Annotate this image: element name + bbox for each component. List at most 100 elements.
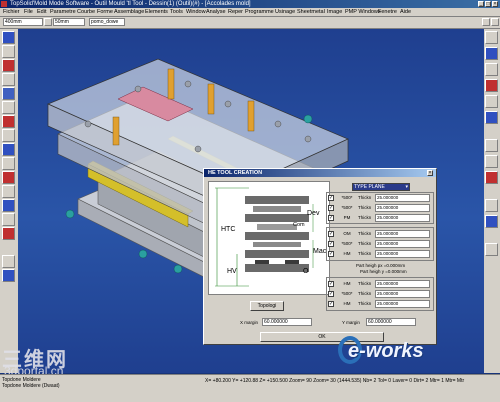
row-checkbox[interactable]: ✓ — [328, 251, 334, 257]
label-o: O — [303, 268, 309, 275]
row-checkbox[interactable]: ✓ — [328, 205, 334, 211]
zoom-icon[interactable] — [485, 79, 498, 92]
size-field-1[interactable]: 400mm — [3, 18, 43, 26]
dialog-title-bar: HE TOOL CREATION × — [204, 169, 436, 177]
revolve-icon[interactable] — [2, 143, 15, 156]
view-front-icon[interactable] — [485, 31, 498, 44]
pan-icon[interactable] — [485, 95, 498, 108]
row-value-input[interactable]: 25.000000 — [375, 290, 430, 298]
select-icon[interactable] — [2, 31, 15, 44]
measure-icon[interactable] — [485, 215, 498, 228]
label-dev: Dev — [307, 210, 320, 217]
drill-icon[interactable] — [2, 199, 15, 212]
wireframe-icon[interactable] — [485, 155, 498, 168]
circle-icon[interactable] — [2, 101, 15, 114]
menu-window[interactable]: Window — [186, 8, 206, 16]
row-name: Thickn — [358, 291, 372, 296]
hole-icon[interactable] — [2, 157, 15, 170]
close-button[interactable]: × — [492, 1, 498, 7]
menu-file[interactable]: File — [24, 8, 33, 16]
row-name: Thickn — [358, 241, 372, 246]
row-value-input[interactable]: 25.000000 — [375, 230, 430, 238]
row-label: HM — [343, 301, 351, 306]
layer-icon[interactable] — [485, 199, 498, 212]
row-checkbox[interactable]: ✓ — [328, 195, 334, 201]
row-checkbox[interactable]: ✓ — [328, 231, 334, 237]
x-margin-label: X margin — [240, 320, 259, 325]
mirror-icon[interactable] — [2, 255, 15, 268]
pocket-icon[interactable] — [2, 213, 15, 226]
extrude-icon[interactable] — [2, 129, 15, 142]
row-value-input[interactable]: 25.000000 — [375, 300, 430, 308]
row-value-input[interactable]: 25.000000 — [375, 280, 430, 288]
view-top-icon[interactable] — [485, 47, 498, 60]
chevron-down-icon: ▾ — [405, 184, 408, 190]
row-label: HM — [343, 251, 351, 256]
row-name: Thickn — [358, 195, 372, 200]
status-mode-bottom: Topdone Moldere (Dwaat) — [2, 383, 60, 389]
menu-usinage[interactable]: Usinage — [275, 8, 295, 16]
menu-tools[interactable]: Tools — [170, 8, 183, 16]
row-checkbox[interactable]: ✓ — [328, 215, 334, 221]
row-label: HM — [343, 281, 351, 286]
menu-parametre[interactable]: Parametre — [50, 8, 76, 16]
menu-aide[interactable]: Aide — [400, 8, 411, 16]
hidden-line-icon[interactable] — [485, 171, 498, 184]
toolbar-button-2[interactable] — [482, 18, 490, 26]
row-checkbox[interactable]: ✓ — [328, 291, 334, 297]
fillet-icon[interactable] — [2, 171, 15, 184]
topology-button[interactable]: Topologi — [250, 301, 284, 311]
row-checkbox[interactable]: ✓ — [328, 241, 334, 247]
name-field[interactable]: pomo_dowe — [89, 18, 125, 26]
status-coordinates: X= +80.200 Y= +120.88 Z= +150.500 Zoom= … — [205, 378, 465, 384]
menu-courbe[interactable]: Courbe — [77, 8, 95, 16]
row-label: *500* — [341, 195, 353, 200]
view-iso-icon[interactable] — [485, 63, 498, 76]
y-margin-label: Y margin — [342, 320, 360, 325]
minimize-button[interactable]: _ — [478, 1, 484, 7]
size-field-2[interactable]: 50mm — [53, 18, 85, 26]
row-value-input[interactable]: 25.000000 — [375, 204, 430, 212]
maximize-button[interactable]: □ — [485, 1, 491, 7]
arc-icon[interactable] — [2, 87, 15, 100]
menu-pmp-windows[interactable]: PMP Windows — [345, 8, 381, 16]
row-checkbox[interactable]: ✓ — [328, 281, 334, 287]
chamfer-icon[interactable] — [2, 185, 15, 198]
menu-analyse[interactable]: Analyse — [206, 8, 226, 16]
mold-icon[interactable] — [2, 227, 15, 240]
menu-forme[interactable]: Forme — [97, 8, 113, 16]
type-dropdown[interactable]: TYPE PLANE ▾ — [352, 183, 410, 191]
menu-assemblage[interactable]: Assemblage — [114, 8, 144, 16]
row-checkbox[interactable]: ✓ — [328, 301, 334, 307]
pattern-icon[interactable] — [2, 269, 15, 282]
part-height-x: Part heigh px =0.000mm — [356, 263, 406, 268]
row-name: Thickn — [358, 231, 372, 236]
render-icon[interactable] — [485, 243, 498, 256]
menu-image[interactable]: Image — [327, 8, 342, 16]
menu-edit[interactable]: Edit — [37, 8, 46, 16]
row-value-input[interactable]: 25.000000 — [375, 194, 430, 202]
rotate-icon[interactable] — [485, 111, 498, 124]
menu-fenetre[interactable]: Fenetre — [378, 8, 397, 16]
menu-programme[interactable]: Programme — [245, 8, 274, 16]
dialog-close-button[interactable]: × — [427, 170, 433, 176]
parameter-toolbar: 400mm 50mm pomo_dowe — [0, 17, 500, 29]
menu-fichier[interactable]: Fichier — [3, 8, 20, 16]
row-value-input[interactable]: 25.000000 — [375, 240, 430, 248]
toolbar-button-1[interactable] — [44, 18, 52, 26]
row-label: *500* — [341, 291, 353, 296]
status-bar: Topdone Moldere Topdone Moldere (Dwaat) … — [0, 374, 500, 402]
menu-reper[interactable]: Reper — [228, 8, 243, 16]
shade-icon[interactable] — [485, 139, 498, 152]
line-icon[interactable] — [2, 59, 15, 72]
y-margin-input[interactable]: 60.000000 — [366, 318, 416, 326]
toolbar-button-3[interactable] — [491, 18, 499, 26]
curve-icon[interactable] — [2, 73, 15, 86]
menu-sheetmetal[interactable]: Sheetmetal — [297, 8, 325, 16]
x-margin-input[interactable]: 60.000000 — [262, 318, 312, 326]
shape-icon[interactable] — [2, 115, 15, 128]
menu-elements[interactable]: Elements — [145, 8, 168, 16]
row-value-input[interactable]: 25.000000 — [375, 214, 430, 222]
row-value-input[interactable]: 25.000000 — [375, 250, 430, 258]
point-icon[interactable] — [2, 45, 15, 58]
